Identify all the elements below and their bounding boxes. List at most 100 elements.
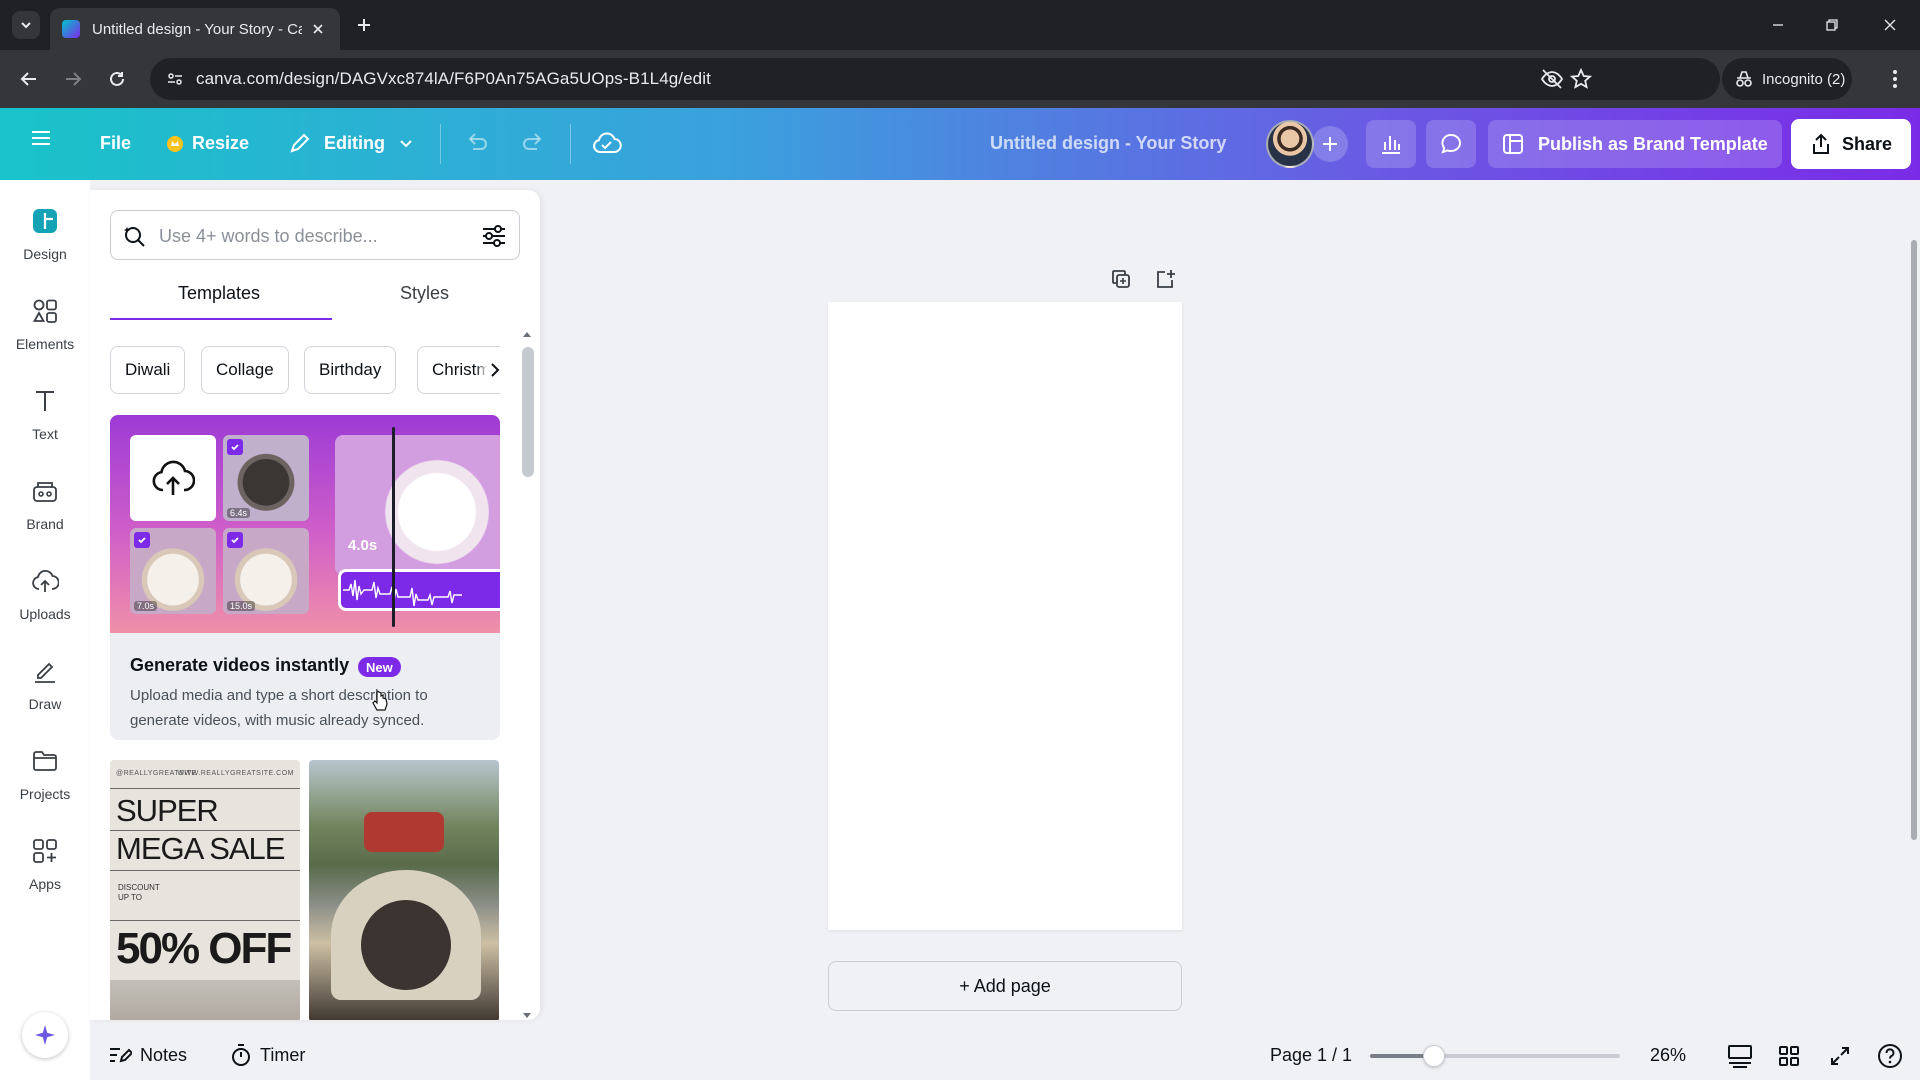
rail-item-apps[interactable]: Apps <box>0 832 90 912</box>
incognito-indicator[interactable]: Incognito (2) <box>1722 58 1852 100</box>
rail-item-draw[interactable]: Draw <box>0 652 90 732</box>
template-headline-2: MEGA SALE <box>116 831 285 866</box>
template-card-road-trip[interactable] <box>309 760 499 1020</box>
notes-button[interactable]: Notes <box>108 1040 187 1070</box>
file-menu-button[interactable]: File <box>100 133 131 154</box>
rail-item-text[interactable]: Text <box>0 382 90 462</box>
template-discount-label: DISCOUNT UP TO <box>118 883 160 902</box>
undo-icon <box>468 133 487 150</box>
duplicate-page-button[interactable] <box>1106 264 1136 294</box>
rail-item-brand[interactable]: Brand <box>0 472 90 552</box>
rail-label: Uploads <box>19 606 71 622</box>
zoom-percentage[interactable]: 26% <box>1650 1045 1686 1066</box>
comments-button[interactable] <box>1426 120 1476 168</box>
canvas-scrollbar[interactable] <box>1911 240 1917 840</box>
grid-view-button[interactable] <box>1775 1042 1803 1070</box>
help-button[interactable] <box>1876 1042 1904 1070</box>
user-avatar[interactable] <box>1266 120 1314 168</box>
rail-item-design[interactable]: Design <box>0 202 90 282</box>
fullscreen-button[interactable] <box>1826 1042 1854 1070</box>
close-window-button[interactable] <box>1864 0 1916 50</box>
template-website: WWW.REALLYGREATSITE.COM <box>177 770 294 777</box>
add-page-export-button[interactable] <box>1150 264 1180 294</box>
minimize-window-button[interactable] <box>1752 0 1804 50</box>
undo-button[interactable] <box>463 131 489 155</box>
checkbox-checked-icon <box>227 532 243 548</box>
template-search-box[interactable] <box>110 210 520 260</box>
editing-label: Editing <box>324 132 385 153</box>
checkbox-checked-icon <box>134 532 150 548</box>
document-title[interactable]: Untitled design - Your Story <box>990 133 1226 154</box>
page-indicator[interactable]: Page 1 / 1 <box>1270 1045 1352 1066</box>
scroll-up-arrow-icon[interactable] <box>522 330 532 338</box>
page-view-button[interactable] <box>1726 1042 1754 1070</box>
promo-illustration: 6.4s 7.0s 15.0s 4.0s <box>110 415 500 633</box>
resize-button[interactable]: Resize <box>166 133 249 154</box>
cloud-upload-icon <box>26 562 64 600</box>
panel-scrollbar-thumb[interactable] <box>522 347 534 477</box>
filter-sliders-icon[interactable] <box>481 223 507 249</box>
redo-button[interactable] <box>521 131 547 155</box>
save-status-button[interactable] <box>592 130 622 156</box>
chips-scroll-right-button[interactable] <box>476 356 500 384</box>
bookmark-star-icon[interactable] <box>1570 68 1592 90</box>
notes-label: Notes <box>140 1044 188 1065</box>
rail-item-uploads[interactable]: Uploads <box>0 562 90 642</box>
more-vertical-icon <box>1893 70 1897 88</box>
omnibox[interactable]: canva.com/design/DAGVxc874lA/F6P0An75AGa… <box>150 58 1720 100</box>
rail-label: Design <box>23 246 67 262</box>
new-tab-button[interactable] <box>352 13 376 37</box>
main-menu-button[interactable] <box>30 129 52 147</box>
forward-button[interactable] <box>58 64 88 94</box>
elements-icon <box>26 292 64 330</box>
magic-assistant-button[interactable] <box>22 1012 68 1058</box>
publish-brand-template-button[interactable]: Publish as Brand Template <box>1488 120 1782 168</box>
new-page-icon <box>1157 270 1175 288</box>
cloud-check-icon <box>593 132 622 154</box>
generate-videos-promo-card[interactable]: 6.4s 7.0s 15.0s 4.0s Generate videos ins… <box>110 415 500 740</box>
share-upload-icon <box>1812 133 1829 154</box>
chevron-down-icon <box>21 22 31 29</box>
clip-duration: 6.4s <box>227 508 251 518</box>
template-card-mega-sale[interactable]: @REALLYGREATSITE WWW.REALLYGREATSITE.COM… <box>110 760 300 1020</box>
tab-search-button[interactable] <box>12 11 40 39</box>
invite-button[interactable] <box>1312 126 1348 162</box>
add-page-button[interactable]: + Add page <box>828 961 1182 1011</box>
close-tab-icon[interactable] <box>308 19 328 39</box>
audio-waveform <box>338 569 500 611</box>
rail-label: Projects <box>19 786 71 802</box>
zoom-slider-handle[interactable] <box>1423 1045 1445 1067</box>
category-chips: Diwali Collage Birthday Christmas <box>110 346 500 394</box>
tab-templates[interactable]: Templates <box>178 283 260 304</box>
minimize-icon <box>1773 24 1783 26</box>
brand-icon <box>26 472 64 510</box>
design-page-canvas[interactable] <box>828 302 1182 930</box>
crown-icon <box>167 135 183 152</box>
chip-diwali[interactable]: Diwali <box>110 346 186 394</box>
divider <box>110 788 300 789</box>
dog-photo-tile: 7.0s <box>130 528 216 614</box>
rail-item-elements[interactable]: Elements <box>0 292 90 372</box>
chevron-down-icon <box>400 140 412 148</box>
rail-label: Apps <box>29 876 61 892</box>
insights-button[interactable] <box>1366 120 1416 168</box>
site-info-icon[interactable] <box>162 66 188 92</box>
editing-mode-dropdown[interactable]: Editing <box>288 131 413 155</box>
tab-styles[interactable]: Styles <box>400 283 449 304</box>
browser-menu-button[interactable] <box>1880 64 1910 94</box>
template-search-input[interactable] <box>159 223 459 249</box>
stopwatch-icon <box>232 1044 250 1066</box>
eye-off-icon[interactable] <box>1540 68 1564 90</box>
reload-button[interactable] <box>102 64 132 94</box>
chip-birthday[interactable]: Birthday <box>304 346 397 394</box>
scroll-down-arrow-icon[interactable] <box>522 1012 532 1020</box>
back-button[interactable] <box>14 64 44 94</box>
arrow-left-icon <box>20 72 36 86</box>
timer-button[interactable]: Timer <box>230 1040 305 1070</box>
restore-window-button[interactable] <box>1806 0 1858 50</box>
share-button[interactable]: Share <box>1791 119 1911 169</box>
chip-collage[interactable]: Collage <box>201 346 289 394</box>
rail-item-projects[interactable]: Projects <box>0 742 90 822</box>
rail-label: Text <box>32 426 58 442</box>
browser-tab[interactable]: Untitled design - Your Story - Canva <box>50 8 340 50</box>
